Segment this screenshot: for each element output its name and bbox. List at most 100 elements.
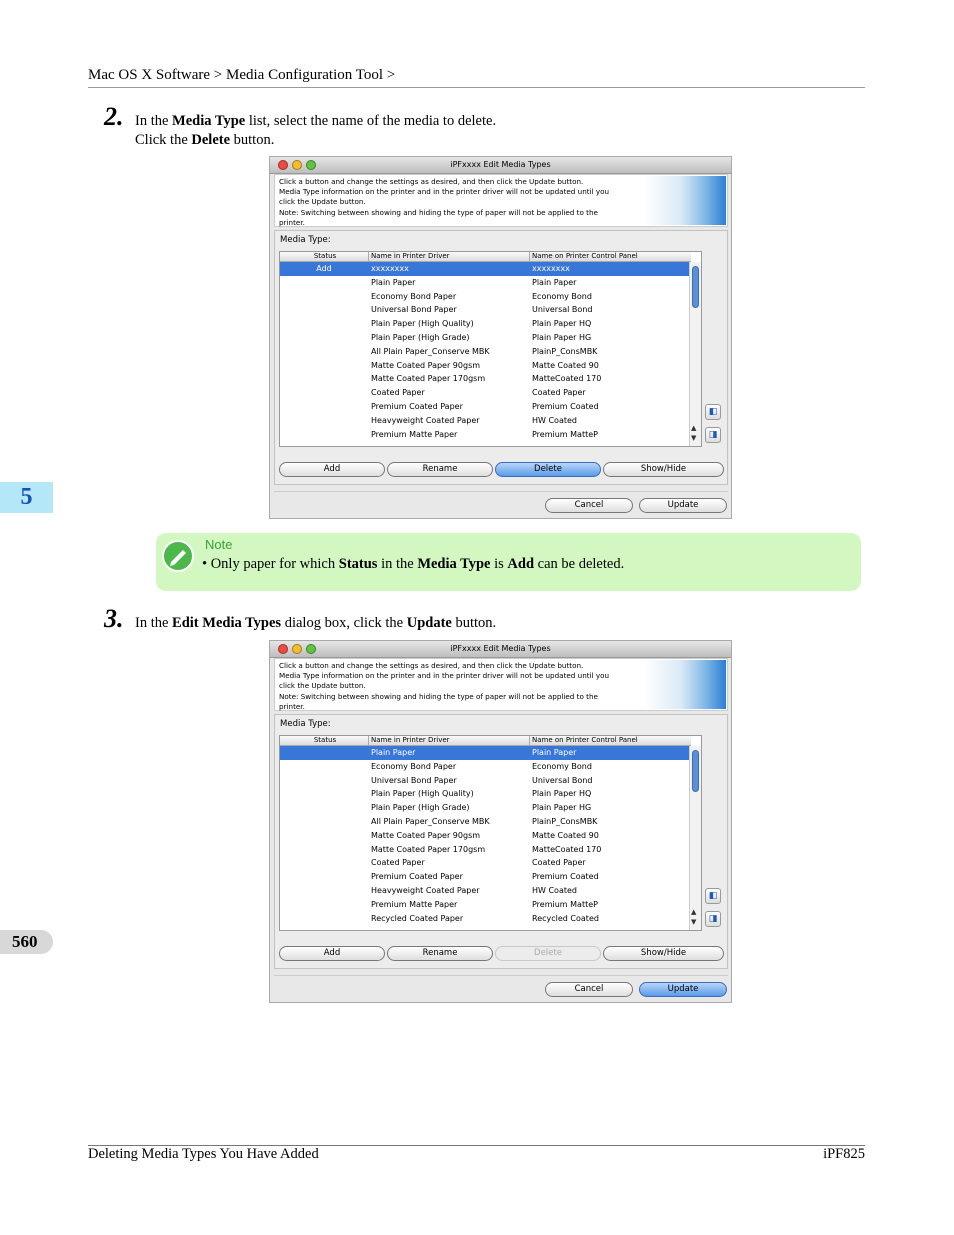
table-row[interactable]: Heavyweight Coated Paper HW Coated bbox=[280, 414, 691, 428]
rename-button[interactable]: Rename bbox=[387, 946, 493, 961]
table-row[interactable]: Premium Matte Paper Premium MatteP bbox=[280, 428, 691, 442]
driver-name-cell: Matte Coated Paper 170gsm bbox=[371, 844, 486, 854]
table-row[interactable]: Heavyweight Coated Paper HW Coated bbox=[280, 884, 691, 898]
show-paper-icon[interactable]: ◧ bbox=[705, 888, 721, 904]
panel-name-cell: Recycled Coated bbox=[532, 913, 599, 923]
panel-name-cell: Premium Coated bbox=[532, 872, 599, 882]
title-bar[interactable]: iPFxxxx Edit Media Types bbox=[270, 641, 731, 658]
table-row[interactable]: Economy Bond Paper Economy Bond bbox=[280, 760, 691, 774]
media-type-label: Media Type: bbox=[280, 719, 331, 729]
table-row[interactable]: Coated Paper Coated Paper bbox=[280, 386, 691, 400]
driver-name-cell: Matte Coated Paper 90gsm bbox=[371, 360, 481, 370]
hide-paper-icon[interactable]: ◨ bbox=[705, 427, 721, 443]
panel-name-cell: HW Coated bbox=[532, 415, 577, 425]
info-text: Click a button and change the settings a… bbox=[279, 661, 610, 711]
table-row[interactable]: Coated Paper Coated Paper bbox=[280, 856, 691, 870]
add-button[interactable]: Add bbox=[279, 946, 385, 961]
panel-name-cell: MatteCoated 170 bbox=[532, 844, 602, 854]
driver-name-cell: Plain Paper (High Quality) bbox=[371, 319, 474, 329]
divider bbox=[274, 491, 728, 492]
list-rows: Add xxxxxxxx xxxxxxxx Plain Paper Plain Pape… bbox=[280, 262, 691, 441]
table-row[interactable]: Plain Paper (High Quality) Plain Paper HQ bbox=[280, 787, 691, 801]
column-status[interactable]: Status bbox=[280, 736, 368, 745]
info-panel: Click a button and change the settings a… bbox=[274, 658, 728, 711]
info-panel: Click a button and change the settings a… bbox=[274, 174, 728, 227]
column-driver-name[interactable]: Name in Printer Driver bbox=[368, 252, 529, 261]
update-button[interactable]: Update bbox=[639, 498, 727, 513]
rename-button[interactable]: Rename bbox=[387, 462, 493, 477]
table-row[interactable]: Premium Matte Paper Premium MatteP bbox=[280, 898, 691, 912]
table-row[interactable]: Plain Paper Plain Paper bbox=[280, 276, 691, 290]
panel-name-cell: Economy Bond bbox=[532, 761, 592, 771]
scroll-down-icon[interactable]: ▼ bbox=[691, 434, 696, 442]
show-paper-icon[interactable]: ◧ bbox=[705, 404, 721, 420]
panel-name-cell: Coated Paper bbox=[532, 388, 586, 398]
panel-name-cell: PlainP_ConsMBK bbox=[532, 346, 598, 356]
table-row[interactable]: Matte Coated Paper 170gsm MatteCoated 170 bbox=[280, 843, 691, 857]
cancel-button[interactable]: Cancel bbox=[545, 498, 633, 513]
divider bbox=[274, 975, 728, 976]
table-row[interactable]: Plain Paper (High Quality) Plain Paper HQ bbox=[280, 317, 691, 331]
chapter-tab: 5 bbox=[0, 482, 53, 513]
panel-name-cell: Economy Bond bbox=[532, 291, 592, 301]
show-hide-button[interactable]: Show/Hide bbox=[603, 946, 724, 961]
table-row[interactable]: Premium Coated Paper Premium Coated bbox=[280, 870, 691, 884]
vertical-scrollbar[interactable]: ▲ ▼ bbox=[689, 262, 701, 446]
column-driver-name[interactable]: Name in Printer Driver bbox=[368, 736, 529, 745]
driver-name-cell: Premium Coated Paper bbox=[371, 872, 463, 882]
driver-name-cell: xxxxxxxx bbox=[371, 264, 409, 273]
table-row[interactable]: Recycled Coated Paper Recycled Coated bbox=[280, 912, 691, 926]
panel-name-cell: Premium MatteP bbox=[532, 899, 598, 909]
driver-name-cell: Recycled Coated Paper bbox=[371, 913, 464, 923]
cancel-button[interactable]: Cancel bbox=[545, 982, 633, 997]
table-row[interactable]: Add xxxxxxxx xxxxxxxx bbox=[280, 262, 691, 276]
panel-name-cell: HW Coated bbox=[532, 885, 577, 895]
pencil-icon bbox=[162, 540, 194, 572]
table-row[interactable]: Universal Bond Paper Universal Bond bbox=[280, 303, 691, 317]
column-panel-name[interactable]: Name on Printer Control Panel bbox=[529, 736, 691, 745]
table-row[interactable]: Plain Paper Plain Paper bbox=[280, 746, 691, 760]
dialog-title: iPFxxxx Edit Media Types bbox=[450, 160, 551, 169]
step-instruction: In the Edit Media Types dialog box, clic… bbox=[135, 615, 497, 631]
show-hide-button[interactable]: Show/Hide bbox=[603, 462, 724, 477]
table-row[interactable]: Matte Coated Paper 90gsm Matte Coated 90 bbox=[280, 359, 691, 373]
panel-name-cell: xxxxxxxx bbox=[532, 264, 570, 273]
table-row[interactable]: All Plain Paper_Conserve MBK PlainP_ConsM… bbox=[280, 345, 691, 359]
scroll-thumb[interactable] bbox=[692, 750, 699, 792]
step-number: 3. bbox=[104, 604, 124, 633]
media-type-group: Media Type: Status Name in Printer Drive… bbox=[274, 230, 728, 485]
driver-name-cell: Plain Paper (High Quality) bbox=[371, 789, 474, 799]
panel-name-cell: Coated Paper bbox=[532, 858, 586, 868]
media-type-label: Media Type: bbox=[280, 235, 331, 245]
update-button[interactable]: Update bbox=[639, 982, 727, 997]
table-row[interactable]: Plain Paper (High Grade) Plain Paper HG bbox=[280, 801, 691, 815]
hide-paper-icon[interactable]: ◨ bbox=[705, 911, 721, 927]
panel-name-cell: Plain Paper bbox=[532, 748, 577, 757]
media-type-list[interactable]: Status Name in Printer Driver Name on Pr… bbox=[279, 251, 702, 447]
panel-name-cell: MatteCoated 170 bbox=[532, 374, 602, 384]
title-bar[interactable]: iPFxxxx Edit Media Types bbox=[270, 157, 731, 174]
scroll-down-icon[interactable]: ▼ bbox=[691, 918, 696, 926]
column-panel-name[interactable]: Name on Printer Control Panel bbox=[529, 252, 691, 261]
driver-name-cell: All Plain Paper_Conserve MBK bbox=[371, 816, 490, 826]
table-row[interactable]: Plain Paper (High Grade) Plain Paper HG bbox=[280, 331, 691, 345]
table-row[interactable]: Economy Bond Paper Economy Bond bbox=[280, 290, 691, 304]
driver-name-cell: Plain Paper bbox=[371, 748, 416, 757]
media-type-list[interactable]: Status Name in Printer Driver Name on Pr… bbox=[279, 735, 702, 931]
edit-media-types-dialog: iPFxxxx Edit Media Types Click a button … bbox=[269, 156, 732, 519]
table-row[interactable]: Premium Coated Paper Premium Coated bbox=[280, 400, 691, 414]
scroll-up-icon[interactable]: ▲ bbox=[691, 908, 696, 916]
scroll-up-icon[interactable]: ▲ bbox=[691, 424, 696, 432]
footer-model: iPF825 bbox=[823, 1146, 865, 1162]
table-row[interactable]: Matte Coated Paper 90gsm Matte Coated 90 bbox=[280, 829, 691, 843]
add-button[interactable]: Add bbox=[279, 462, 385, 477]
scroll-thumb[interactable] bbox=[692, 266, 699, 308]
driver-name-cell: Economy Bond Paper bbox=[371, 761, 457, 771]
table-row[interactable]: All Plain Paper_Conserve MBK PlainP_ConsM… bbox=[280, 815, 691, 829]
table-row[interactable]: Matte Coated Paper 170gsm MatteCoated 170 bbox=[280, 372, 691, 386]
table-row[interactable]: Universal Bond Paper Universal Bond bbox=[280, 774, 691, 788]
vertical-scrollbar[interactable]: ▲ ▼ bbox=[689, 746, 701, 930]
driver-name-cell: Plain Paper (High Grade) bbox=[371, 803, 470, 813]
column-status[interactable]: Status bbox=[280, 252, 368, 261]
delete-button[interactable]: Delete bbox=[495, 462, 601, 477]
